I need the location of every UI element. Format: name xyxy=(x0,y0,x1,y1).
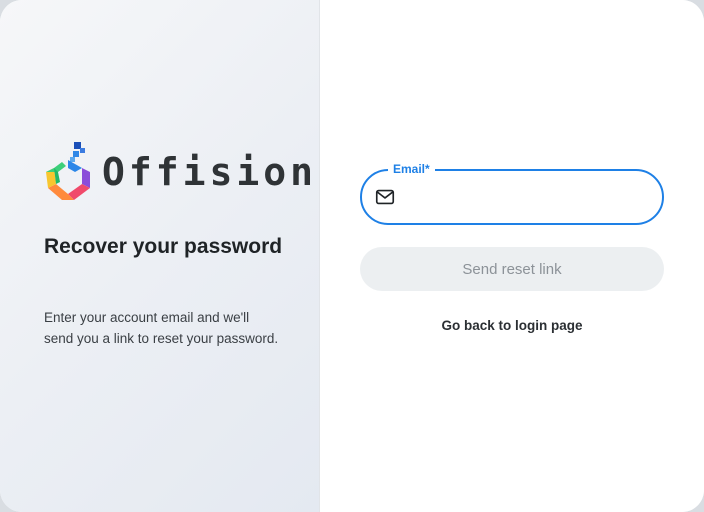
send-reset-link-button[interactable]: Send reset link xyxy=(360,247,664,291)
email-field[interactable]: Email* xyxy=(360,161,664,225)
required-marker: * xyxy=(425,162,430,176)
info-panel: Offision Recover your password Enter you… xyxy=(0,0,320,512)
back-to-login-link[interactable]: Go back to login page xyxy=(360,318,664,333)
hexagon-logo-icon xyxy=(46,142,90,200)
email-field-label: Email* xyxy=(388,161,435,177)
brand-name: Offision xyxy=(102,150,318,194)
mail-icon xyxy=(375,189,395,205)
page-description: Enter your account email and we'll send … xyxy=(44,310,279,346)
email-label-text: Email xyxy=(393,162,426,176)
page-title: Recover your password xyxy=(44,235,283,258)
brand-logo: Offision xyxy=(44,142,317,202)
email-input[interactable] xyxy=(404,177,646,217)
